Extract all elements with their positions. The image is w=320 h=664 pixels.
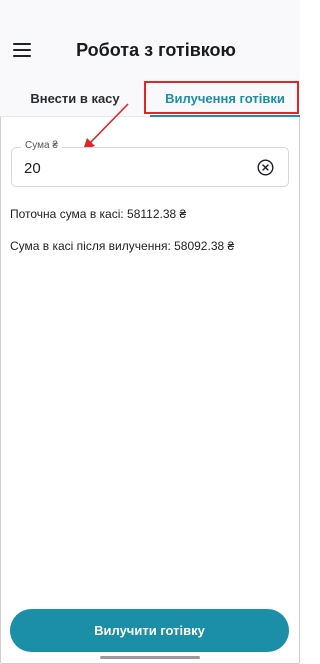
tab-deposit[interactable]: Внести в касу (0, 80, 150, 117)
app-header: Робота з готівкою (0, 0, 300, 80)
amount-field-label: Сума ₴ (21, 140, 62, 151)
withdraw-cash-button[interactable]: Вилучити готівку (10, 609, 289, 652)
home-indicator (100, 656, 200, 659)
page-title: Робота з готівкою (76, 40, 236, 60)
amount-input[interactable]: 20 (24, 160, 41, 177)
clear-circle-x-icon[interactable] (257, 159, 274, 176)
cash-after-withdrawal: Сума в касі після вилучення: 58092.38 ₴ (10, 239, 235, 253)
amount-field[interactable]: Сума ₴ 20 (11, 140, 289, 187)
annotation-highlight-box (144, 81, 299, 114)
current-cash-amount: Поточна сума в касі: 58112.38 ₴ (10, 207, 187, 221)
active-tab-indicator (150, 115, 300, 117)
